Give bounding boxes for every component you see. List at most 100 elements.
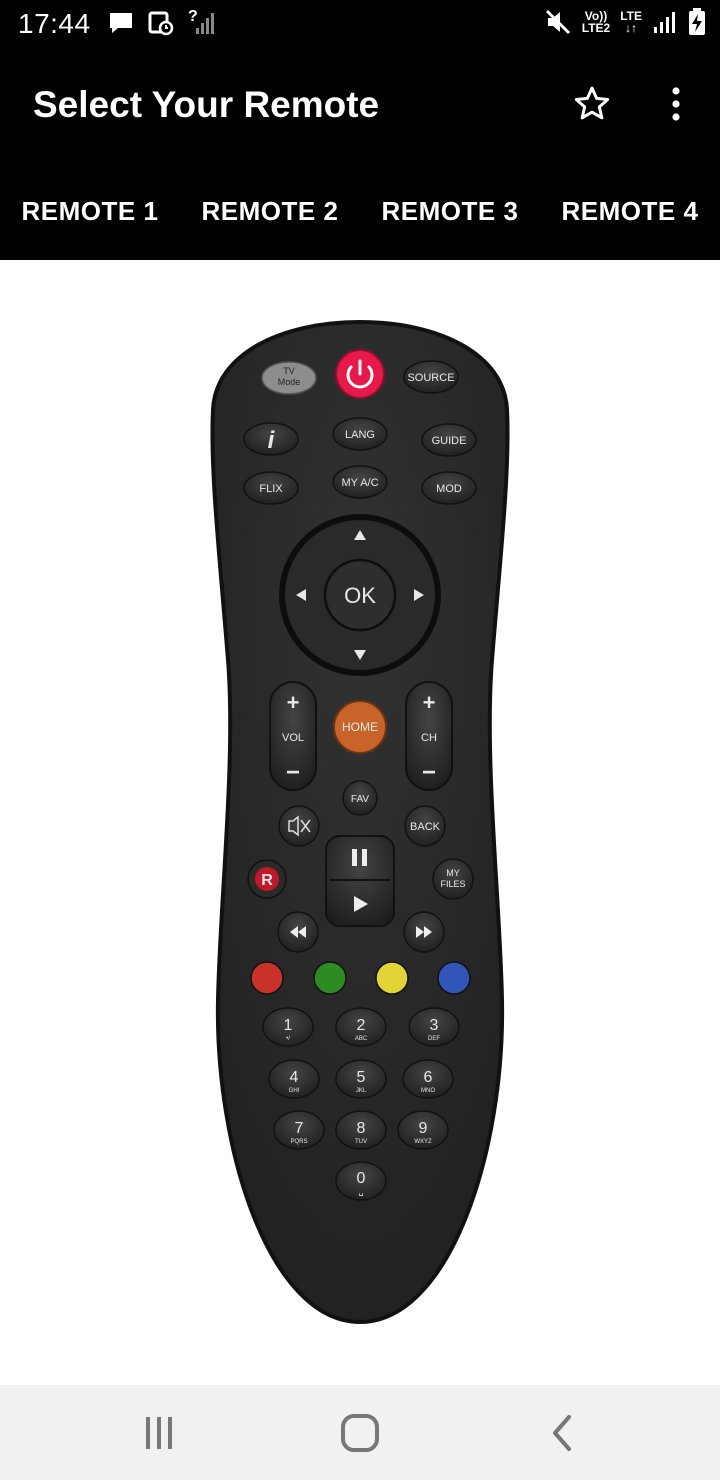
dpad: OK [279, 514, 441, 676]
signal-icon [654, 12, 675, 33]
lte-indicator: LTE ↓↑ [620, 10, 642, 34]
key-5-letters: JKL [356, 1088, 367, 1094]
key-5-button[interactable]: 5 JKL [335, 1059, 387, 1099]
key-2-letters: ABC [355, 1036, 368, 1042]
guide-button[interactable]: GUIDE [421, 423, 477, 457]
ok-label: OK [344, 583, 376, 608]
channel-up-button[interactable]: + [423, 690, 436, 715]
more-vert-icon [672, 87, 680, 121]
system-nav-bar [0, 1385, 720, 1480]
signal-unknown-icon: ? [188, 8, 214, 36]
key-3-letters: DEF [428, 1036, 440, 1042]
key-6-digit: 6 [424, 1069, 433, 1086]
fav-button[interactable]: FAV [342, 780, 378, 816]
calendar-alarm-icon [148, 11, 174, 36]
tab-remote-1[interactable]: REMOTE 1 [0, 162, 180, 260]
key-4-letters: GHI [289, 1088, 300, 1094]
lte2-label: LTE2 [581, 21, 611, 35]
green-key-button[interactable] [313, 961, 347, 995]
key-8-letters: TUV [355, 1139, 367, 1145]
record-button[interactable]: R [247, 859, 287, 899]
overflow-menu-button[interactable] [654, 80, 698, 128]
home-button[interactable]: HOME [333, 700, 387, 754]
volume-rocker: + VOL − [269, 681, 317, 791]
tab-remote-2[interactable]: REMOTE 2 [180, 162, 360, 260]
tab-remote-4[interactable]: REMOTE 4 [540, 162, 720, 260]
key-6-button[interactable]: 6 MNO [402, 1059, 454, 1099]
page-title: Select Your Remote [33, 84, 380, 125]
key-2-button[interactable]: 2 ABC [335, 1007, 387, 1047]
mod-button[interactable]: MOD [421, 471, 477, 505]
tv-mode-label-2: Mode [278, 377, 301, 387]
key-7-button[interactable]: 7 PQRS [273, 1110, 325, 1150]
home-nav-button[interactable] [332, 1411, 388, 1455]
key-9-digit: 9 [419, 1120, 428, 1137]
volume-down-button[interactable]: − [286, 759, 300, 786]
key-8-button[interactable]: 8 TUV [335, 1110, 387, 1150]
key-3-button[interactable]: 3 DEF [408, 1007, 460, 1047]
key-2-digit: 2 [357, 1017, 366, 1034]
status-bar: 17:44 ? Vo)) LTE2 LTE ↓↑ [0, 0, 720, 52]
info-button[interactable]: i [243, 422, 299, 456]
fast-forward-button[interactable] [403, 911, 445, 953]
back-button[interactable]: BACK [404, 805, 446, 847]
my-files-label-2: FILES [440, 879, 465, 889]
playback-rocker [325, 835, 395, 927]
blue-key-button[interactable] [437, 961, 471, 995]
channel-down-button[interactable]: − [422, 759, 436, 786]
status-time: 17:44 [18, 8, 91, 39]
key-1-button[interactable]: 1 •/ [262, 1007, 314, 1047]
fav-label: FAV [351, 794, 369, 805]
home-nav-icon [341, 1414, 379, 1452]
key-7-letters: PQRS [290, 1139, 307, 1145]
key-5-digit: 5 [357, 1069, 366, 1086]
key-0-button[interactable]: 0 ␣ [335, 1161, 387, 1201]
source-button[interactable]: SOURCE [403, 360, 459, 394]
source-label: SOURCE [407, 372, 454, 384]
data-arrows-icon: ↓↑ [625, 21, 638, 35]
red-key-button[interactable] [250, 961, 284, 995]
signal-unknown-label: ? [188, 8, 198, 25]
key-1-letters: •/ [286, 1036, 290, 1042]
tab-remote-3[interactable]: REMOTE 3 [360, 162, 540, 260]
my-files-button[interactable]: MY FILES [432, 858, 474, 900]
recent-apps-icon [146, 1417, 172, 1449]
star-outline-icon [574, 86, 610, 120]
back-label: BACK [410, 821, 441, 833]
key-9-button[interactable]: 9 WXYZ [397, 1110, 449, 1150]
tv-mode-button[interactable]: TV Mode [261, 361, 317, 395]
lang-button[interactable]: LANG [332, 417, 388, 451]
key-6-letters: MNO [421, 1088, 435, 1094]
key-0-letters: ␣ [358, 1187, 363, 1196]
key-3-digit: 3 [430, 1017, 439, 1034]
my-account-button[interactable]: MY A/C [332, 465, 388, 499]
favorite-button[interactable] [570, 80, 614, 128]
mute-button[interactable] [278, 805, 320, 847]
channel-rocker: + CH − [405, 681, 453, 791]
power-button[interactable] [335, 349, 385, 399]
key-7-digit: 7 [295, 1120, 304, 1137]
volume-label: VOL [282, 732, 304, 744]
key-8-digit: 8 [357, 1120, 366, 1137]
home-label: HOME [342, 720, 378, 734]
back-nav-button[interactable] [534, 1411, 590, 1455]
rewind-button[interactable] [277, 911, 319, 953]
key-4-button[interactable]: 4 GHI [268, 1059, 320, 1099]
volume-up-button[interactable]: + [287, 690, 300, 715]
remote-view: TV Mode SOURCE i LANG GUIDE FLIX MY A/C … [0, 260, 720, 1385]
ok-button[interactable]: OK [323, 558, 397, 632]
battery-charging-icon [689, 8, 705, 35]
recent-apps-button[interactable] [131, 1411, 187, 1455]
flix-label: FLIX [259, 483, 283, 495]
key-4-digit: 4 [290, 1069, 299, 1086]
status-system-icons: Vo)) LTE2 LTE ↓↑ [544, 8, 706, 36]
mod-label: MOD [436, 483, 462, 495]
yellow-key-button[interactable] [375, 961, 409, 995]
my-files-label-1: MY [446, 868, 460, 878]
my-account-label: MY A/C [341, 477, 378, 489]
app-bar: Select Your Remote [0, 52, 720, 162]
channel-label: CH [421, 732, 437, 744]
remote-control: TV Mode SOURCE i LANG GUIDE FLIX MY A/C … [210, 319, 510, 1325]
guide-label: GUIDE [432, 435, 467, 447]
flix-button[interactable]: FLIX [243, 471, 299, 505]
